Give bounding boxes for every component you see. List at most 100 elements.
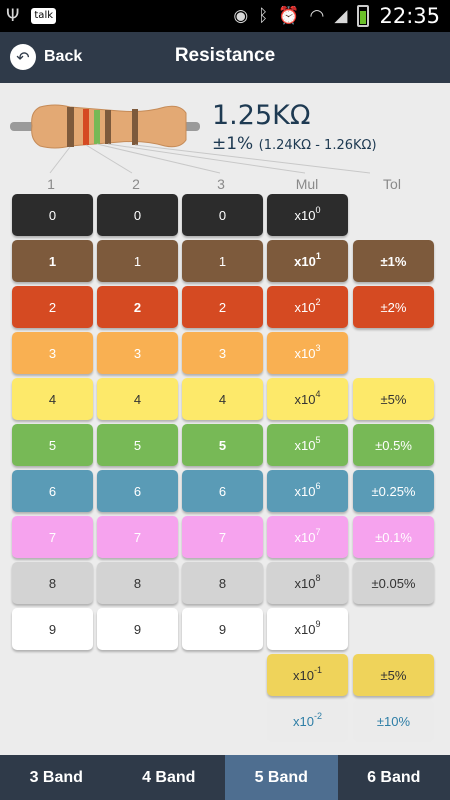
tolerance-blue-button[interactable]: ±0.25% xyxy=(353,470,434,512)
resistor-band-2 xyxy=(83,109,89,145)
band1-violet-button[interactable]: 7 xyxy=(12,516,93,558)
multiplier-base: x10 xyxy=(293,713,314,729)
band3-yellow-button[interactable]: 4 xyxy=(182,378,263,420)
multiplier-gold-button[interactable]: x10 -1 xyxy=(267,654,348,696)
tolerance-value: ±1% xyxy=(212,134,254,154)
band2-violet-button[interactable]: 7 xyxy=(97,516,178,558)
tolerance-brown-button[interactable]: ±1% xyxy=(353,240,434,282)
multiplier-exponent: 1 xyxy=(315,251,321,261)
resistance-range: (1.24KΩ - 1.26KΩ) xyxy=(258,138,377,153)
multiplier-yellow-button[interactable]: x10 4 xyxy=(267,378,348,420)
band2-brown-button[interactable]: 1 xyxy=(97,240,178,282)
multiplier-red-button[interactable]: x10 2 xyxy=(267,286,348,328)
tolerance-gold-button[interactable]: ±5% xyxy=(353,654,434,696)
tab-5-band[interactable]: 5 Band xyxy=(225,755,338,800)
alarm-icon: ⏰ xyxy=(278,6,300,26)
band1-red-button[interactable]: 2 xyxy=(12,286,93,328)
status-bar: Ψ talk ◉ ᛒ ⏰ ◠ ◢ 22:35 xyxy=(0,0,450,32)
bluetooth-icon: ᛒ xyxy=(258,6,269,26)
multiplier-base: x10 xyxy=(294,437,316,453)
band2-red-button[interactable]: 2 xyxy=(97,286,178,328)
band1-white-button[interactable]: 9 xyxy=(12,608,93,650)
band2-yellow-button[interactable]: 4 xyxy=(97,378,178,420)
tab-6-band[interactable]: 6 Band xyxy=(338,755,450,800)
tab-4-band[interactable]: 4 Band xyxy=(113,755,226,800)
band3-violet-button[interactable]: 7 xyxy=(182,516,263,558)
multiplier-base: x10 xyxy=(294,253,316,269)
multiplier-base: x10 xyxy=(294,207,316,223)
band2-white-button[interactable]: 9 xyxy=(97,608,178,650)
wifi-icon: ◠ xyxy=(309,6,325,26)
multiplier-exponent: 4 xyxy=(315,389,321,399)
tolerance-gray-button[interactable]: ±0.05% xyxy=(353,562,434,604)
band2-blue-button[interactable]: 6 xyxy=(97,470,178,512)
band3-black-button[interactable]: 0 xyxy=(182,194,263,236)
tolerance-yellow-button[interactable]: ±5% xyxy=(353,378,434,420)
band3-brown-button[interactable]: 1 xyxy=(182,240,263,282)
band1-orange-button[interactable]: 3 xyxy=(12,332,93,374)
multiplier-base: x10 xyxy=(294,391,316,407)
status-time: 22:35 xyxy=(379,4,440,28)
band1-blue-button[interactable]: 6 xyxy=(12,470,93,512)
eye-icon: ◉ xyxy=(233,6,249,26)
multiplier-base: x10 xyxy=(294,575,316,591)
multiplier-exponent: 2 xyxy=(315,297,321,307)
resistor-band-tol xyxy=(132,109,138,145)
band2-gray-button[interactable]: 8 xyxy=(97,562,178,604)
multiplier-base: x10 xyxy=(294,621,316,637)
band3-blue-button[interactable]: 6 xyxy=(182,470,263,512)
multiplier-exponent: 9 xyxy=(315,619,321,629)
column-header-mul: Mul xyxy=(295,176,319,192)
multiplier-exponent: 6 xyxy=(315,481,321,491)
multiplier-green-button[interactable]: x10 5 xyxy=(267,424,348,466)
multiplier-base: x10 xyxy=(293,667,314,683)
column-header-1: 1 xyxy=(47,176,55,192)
tab-3-band[interactable]: 3 Band xyxy=(0,755,113,800)
multiplier-black-button[interactable]: x10 0 xyxy=(267,194,348,236)
column-header-2: 2 xyxy=(132,176,140,192)
multiplier-exponent: 7 xyxy=(315,527,321,537)
multiplier-exponent: 3 xyxy=(315,343,321,353)
column-header-tol: Tol xyxy=(383,176,401,192)
multiplier-base: x10 xyxy=(294,345,316,361)
band1-black-button[interactable]: 0 xyxy=(12,194,93,236)
band1-green-button[interactable]: 5 xyxy=(12,424,93,466)
tolerance-red-button[interactable]: ±2% xyxy=(353,286,434,328)
tolerance-violet-button[interactable]: ±0.1% xyxy=(353,516,434,558)
resistance-value: 1.25KΩ xyxy=(212,100,311,131)
multiplier-base: x10 xyxy=(294,483,316,499)
multiplier-blue-button[interactable]: x10 6 xyxy=(267,470,348,512)
band3-gray-button[interactable]: 8 xyxy=(182,562,263,604)
band1-gray-button[interactable]: 8 xyxy=(12,562,93,604)
multiplier-orange-button[interactable]: x10 3 xyxy=(267,332,348,374)
band2-orange-button[interactable]: 3 xyxy=(97,332,178,374)
resistor-band-1 xyxy=(67,107,74,147)
multiplier-violet-button[interactable]: x10 7 xyxy=(267,516,348,558)
band2-green-button[interactable]: 5 xyxy=(97,424,178,466)
talk-icon: talk xyxy=(31,8,57,24)
multiplier-base: x10 xyxy=(294,529,316,545)
action-bar: ↶ Back Resistance xyxy=(0,32,450,83)
signal-icon: ◢ xyxy=(334,6,348,26)
band-tab-bar: 3 Band 4 Band 5 Band 6 Band xyxy=(0,755,450,800)
band3-white-button[interactable]: 9 xyxy=(182,608,263,650)
tolerance-line: ±1% (1.24KΩ - 1.26KΩ) xyxy=(212,134,377,154)
band3-green-button[interactable]: 5 xyxy=(182,424,263,466)
battery-icon xyxy=(357,5,370,27)
band1-yellow-button[interactable]: 4 xyxy=(12,378,93,420)
band1-brown-button[interactable]: 1 xyxy=(12,240,93,282)
band3-orange-button[interactable]: 3 xyxy=(182,332,263,374)
multiplier-silver-button[interactable]: x10 -2 xyxy=(267,700,348,742)
multiplier-brown-button[interactable]: x10 1 xyxy=(267,240,348,282)
band3-red-button[interactable]: 2 xyxy=(182,286,263,328)
multiplier-exponent: -2 xyxy=(313,711,322,721)
multiplier-exponent: 5 xyxy=(315,435,321,445)
band2-black-button[interactable]: 0 xyxy=(97,194,178,236)
multiplier-white-button[interactable]: x10 9 xyxy=(267,608,348,650)
usb-icon: Ψ xyxy=(6,6,20,26)
tolerance-silver-button[interactable]: ±10% xyxy=(353,700,434,742)
multiplier-exponent: -1 xyxy=(313,665,322,675)
multiplier-gray-button[interactable]: x10 8 xyxy=(267,562,348,604)
multiplier-exponent: 8 xyxy=(315,573,321,583)
tolerance-green-button[interactable]: ±0.5% xyxy=(353,424,434,466)
